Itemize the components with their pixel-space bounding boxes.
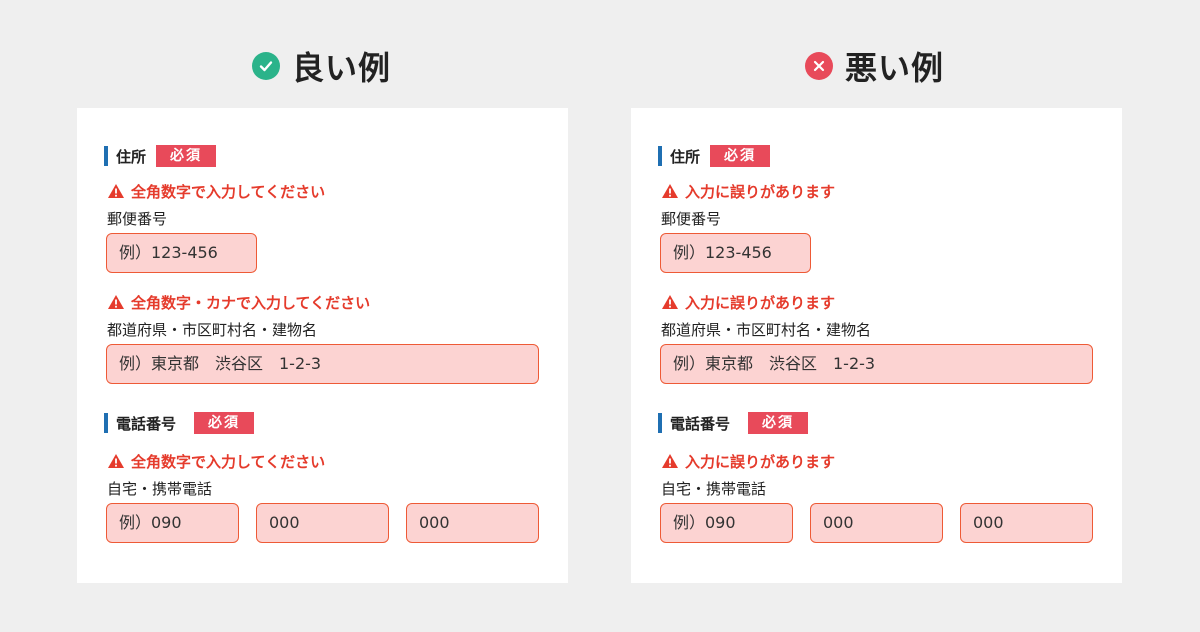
phone-part2-input[interactable]: 000 [810,503,943,543]
phone-heading-label: 電話番号 [116,414,177,433]
required-badge: 必須 [710,145,771,167]
street-label: 都道府県・市区町村名・建物名 [661,321,872,339]
phone-label: 自宅・携帯電話 [107,480,213,498]
postal-code-input[interactable]: 例）123-456 [106,233,257,273]
postal-label: 郵便番号 [107,210,168,228]
bad-example-form: 住所 必須 入力に誤りがあります 郵便番号 例）123-456 入力に誤りがあり… [631,108,1122,583]
street-error-message: 全角数字・カナで入力してください [107,292,370,312]
required-badge: 必須 [194,412,255,434]
warning-icon [662,454,678,468]
required-badge: 必須 [156,145,217,167]
street-error-text: 全角数字・カナで入力してください [131,293,371,312]
required-badge: 必須 [748,412,809,434]
phone-section-heading: 電話番号 必須 [658,412,809,434]
phone-heading-label: 電話番号 [670,414,731,433]
warning-icon [108,454,124,468]
good-example-title: 良い例 [292,49,392,87]
section-bar [104,413,108,433]
bad-example-header: 悪い例 [805,44,944,88]
good-example-header: 良い例 [252,44,391,88]
postal-error-message: 入力に誤りがあります [661,181,835,201]
postal-label: 郵便番号 [661,210,722,228]
phone-part2-input[interactable]: 000 [256,503,389,543]
phone-error-message: 全角数字で入力してください [107,451,325,471]
good-example-form: 住所 必須 全角数字で入力してください 郵便番号 例）123-456 全角数字・… [77,108,568,583]
warning-icon [108,184,124,198]
postal-error-message: 全角数字で入力してください [107,181,325,201]
address-section-heading: 住所 必須 [104,145,217,167]
street-address-input[interactable]: 例）東京都 渋谷区 1-2-3 [106,344,539,384]
warning-icon [108,295,124,309]
street-label: 都道府県・市区町村名・建物名 [107,321,318,339]
address-section-heading: 住所 必須 [658,145,771,167]
warning-icon [662,184,678,198]
check-circle-icon [252,52,280,80]
address-heading-label: 住所 [116,147,147,166]
section-bar [658,146,662,166]
phone-part1-input[interactable]: 例）090 [660,503,793,543]
street-address-input[interactable]: 例）東京都 渋谷区 1-2-3 [660,344,1093,384]
bad-example-title: 悪い例 [845,49,945,87]
warning-icon [662,295,678,309]
phone-error-message: 入力に誤りがあります [661,451,835,471]
x-circle-icon [805,52,833,80]
street-error-text: 入力に誤りがあります [685,293,836,312]
section-bar [658,413,662,433]
phone-error-text: 全角数字で入力してください [131,452,326,471]
phone-part3-input[interactable]: 000 [960,503,1093,543]
address-heading-label: 住所 [670,147,701,166]
postal-error-text: 入力に誤りがあります [685,182,836,201]
phone-error-text: 入力に誤りがあります [685,452,836,471]
phone-label: 自宅・携帯電話 [661,480,767,498]
postal-code-input[interactable]: 例）123-456 [660,233,811,273]
phone-part3-input[interactable]: 000 [406,503,539,543]
section-bar [104,146,108,166]
postal-error-text: 全角数字で入力してください [131,182,326,201]
street-error-message: 入力に誤りがあります [661,292,835,312]
phone-section-heading: 電話番号 必須 [104,412,255,434]
phone-part1-input[interactable]: 例）090 [106,503,239,543]
